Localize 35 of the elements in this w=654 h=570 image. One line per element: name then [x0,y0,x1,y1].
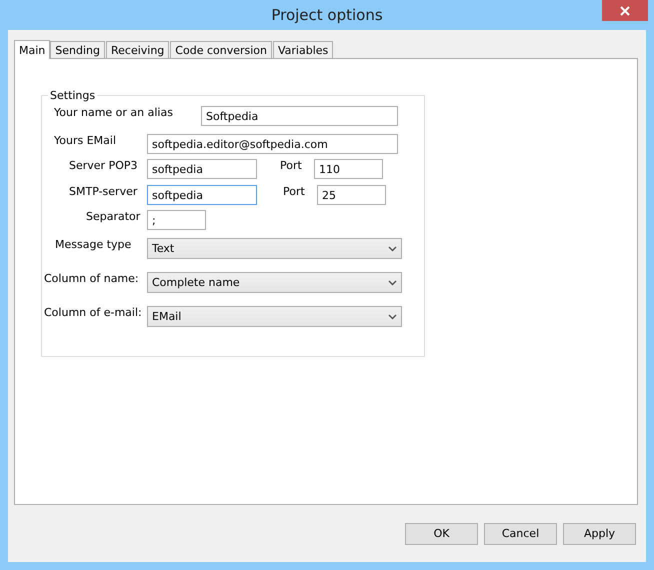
field-label: Separator [85,210,142,223]
group-title: Settings [49,89,96,102]
field-label: Message type [54,238,132,251]
dropdown[interactable]: Complete name [147,272,402,293]
field-label: Column of e-mail: [43,306,143,319]
chevron-down-icon [388,314,397,320]
tab[interactable]: Code conversion [170,41,272,58]
field-label: Server POP3 [68,159,138,172]
field-label: Your name or an alias [53,106,174,119]
dialog-button[interactable]: Cancel [484,522,557,544]
text-field[interactable]: softpedia [147,185,257,205]
tab[interactable]: Variables [273,41,334,58]
port-field[interactable]: 25 [317,185,386,205]
chevron-down-icon [388,280,397,286]
dialog-button[interactable]: OK [405,522,478,544]
port-label: Port [283,185,306,198]
chevron-down-icon [388,246,397,252]
text-field[interactable]: softpedia.editor@softpedia.com [147,134,398,154]
port-label: Port [280,159,303,172]
tab[interactable]: Main [14,40,50,59]
window-title: Project options [271,6,383,24]
dropdown[interactable]: EMail [147,306,402,327]
tab[interactable]: Sending [50,41,105,58]
text-field[interactable]: Softpedia [201,106,398,126]
field-label: SMTP-server [68,185,138,198]
dropdown[interactable]: Text [147,238,402,259]
close-icon [620,6,630,16]
field-label: Yours EMail [53,134,118,147]
field-label: Column of name: [43,272,140,285]
close-button[interactable] [602,0,648,21]
tab[interactable]: Receiving [106,41,170,58]
dialog-button[interactable]: Apply [563,522,636,544]
text-field[interactable]: softpedia [147,159,257,179]
port-field[interactable]: 110 [314,159,383,179]
text-field[interactable]: ; [147,210,206,230]
